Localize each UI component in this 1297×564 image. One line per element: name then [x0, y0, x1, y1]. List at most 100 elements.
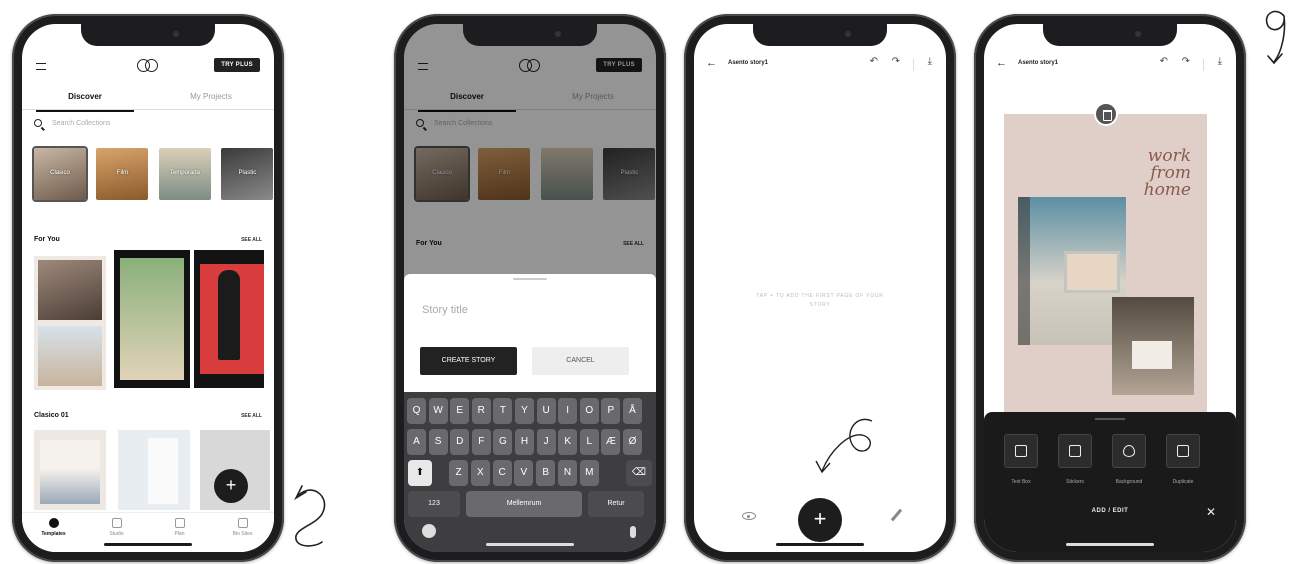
key-g[interactable]: G — [493, 429, 513, 455]
divider — [913, 59, 914, 71]
collection-temporada[interactable]: Temporada — [158, 148, 211, 200]
tool-label: Background — [1115, 479, 1143, 485]
add-page-button[interactable]: + — [798, 498, 842, 542]
try-plus-button[interactable]: TRY PLUS — [214, 58, 260, 72]
template-card[interactable] — [34, 430, 106, 510]
eye-icon[interactable] — [742, 512, 756, 520]
key-z[interactable]: Z — [449, 460, 468, 486]
trash-icon[interactable] — [1094, 102, 1118, 126]
script-text[interactable]: work from home — [1144, 148, 1191, 199]
cancel-button[interactable]: CANCEL — [532, 347, 629, 375]
story-page-canvas[interactable]: work from home — [1004, 102, 1207, 432]
download-icon[interactable]: ⤓ — [1218, 56, 1222, 67]
key-o[interactable]: O — [579, 398, 599, 424]
add-fab-button[interactable]: + — [214, 469, 248, 503]
key-r[interactable]: R — [471, 398, 491, 424]
template-card[interactable] — [118, 430, 190, 510]
key-i[interactable]: I — [558, 398, 578, 424]
key-m[interactable]: M — [579, 460, 599, 486]
photo-desk[interactable] — [1018, 197, 1126, 345]
see-all-link[interactable]: SEE ALL — [241, 237, 262, 243]
key-b[interactable]: B — [536, 460, 556, 486]
collection-carousel: Clasico Film Temporada Plastic — [34, 148, 274, 200]
back-arrow-icon[interactable]: ← — [706, 57, 717, 69]
tab-my-projects[interactable]: My Projects — [148, 92, 274, 101]
return-key[interactable]: Retur — [588, 491, 644, 517]
key-p[interactable]: P — [601, 398, 621, 424]
nav-label: Templates — [41, 531, 66, 537]
nav-templates[interactable]: Templates — [22, 518, 85, 537]
section-clasico-01: Clasico 01 SEE ALL — [34, 412, 262, 419]
download-icon[interactable]: ⤓ — [928, 56, 932, 67]
key-a[interactable]: A — [407, 429, 426, 455]
pencil-icon[interactable] — [890, 508, 903, 522]
collection-film[interactable]: Film — [96, 148, 149, 200]
key-u[interactable]: U — [536, 398, 556, 424]
key-h[interactable]: H — [515, 429, 534, 455]
key-e[interactable]: E — [450, 398, 470, 424]
tool-text-box[interactable]: Text Box — [994, 434, 1048, 485]
sheet-handle[interactable] — [513, 278, 547, 280]
story-title-input[interactable]: Story title — [422, 304, 468, 316]
key-n[interactable]: N — [558, 460, 577, 486]
backspace-key[interactable]: ⌫ — [626, 460, 652, 486]
duplicate-icon — [1177, 445, 1189, 457]
panel-handle[interactable] — [1095, 418, 1125, 420]
template-card[interactable] — [194, 250, 264, 388]
template-card[interactable] — [34, 256, 106, 390]
home-indicator — [486, 543, 574, 546]
key-æ[interactable]: Æ — [601, 429, 621, 455]
shift-key[interactable]: ⬆ — [408, 460, 432, 486]
template-card[interactable] — [114, 250, 190, 388]
tool-duplicate[interactable]: Duplicate — [1156, 434, 1210, 485]
key-l[interactable]: L — [579, 429, 599, 455]
close-icon[interactable]: ✕ — [1206, 505, 1216, 519]
key-t[interactable]: T — [493, 398, 513, 424]
redo-icon[interactable]: ↷ — [1182, 56, 1190, 67]
tool-background[interactable]: Background — [1102, 434, 1156, 485]
screen-discover: TRY PLUS Discover My Projects Search Col… — [22, 24, 274, 552]
nav-bio-sites[interactable]: Bio Sites — [211, 518, 274, 537]
menu-icon[interactable] — [36, 63, 46, 70]
redo-icon[interactable]: ↷ — [892, 56, 900, 67]
collection-clasico[interactable]: Clasico — [34, 148, 86, 200]
nav-label: Bio Sites — [232, 531, 253, 537]
nav-studio[interactable]: Studio — [85, 518, 148, 537]
templates-icon — [48, 518, 59, 528]
nav-plan[interactable]: Plan — [148, 518, 211, 537]
key-x[interactable]: X — [470, 460, 490, 486]
key-c[interactable]: C — [492, 460, 512, 486]
key-s[interactable]: S — [428, 429, 448, 455]
photo-notebook[interactable] — [1112, 297, 1194, 395]
undo-icon[interactable]: ↶ — [870, 56, 878, 67]
key-y[interactable]: Y — [515, 398, 534, 424]
key-j[interactable]: J — [536, 429, 556, 455]
tool-stickers[interactable]: Stickers — [1048, 434, 1102, 485]
key-ø[interactable]: Ø — [623, 429, 642, 455]
keyboard-row: 123 Mellemrum Retur — [404, 491, 656, 519]
key-k[interactable]: K — [558, 429, 578, 455]
section-for-you: For You SEE ALL — [34, 236, 262, 243]
collection-label: Temporada — [169, 170, 200, 176]
emoji-icon[interactable] — [422, 524, 436, 538]
space-key[interactable]: Mellemrum — [466, 491, 582, 517]
key-f[interactable]: F — [471, 429, 491, 455]
undo-icon[interactable]: ↶ — [1160, 56, 1168, 67]
key-v[interactable]: V — [514, 460, 534, 486]
key-w[interactable]: W — [428, 398, 448, 424]
tab-discover[interactable]: Discover — [22, 92, 148, 112]
numbers-key[interactable]: 123 — [408, 491, 460, 517]
key-q[interactable]: Q — [407, 398, 426, 424]
search-input[interactable]: Search Collections — [34, 118, 262, 134]
create-story-button[interactable]: CREATE STORY — [420, 347, 517, 375]
for-you-templates — [34, 250, 274, 394]
key-d[interactable]: D — [450, 429, 470, 455]
collection-plastic[interactable]: Plastic — [221, 148, 274, 200]
see-all-link[interactable]: SEE ALL — [241, 413, 262, 419]
key-å[interactable]: Å — [623, 398, 642, 424]
screen-empty-story: ← Asento story1 ↶ ↷ ⤓ TAP + TO ADD THE F… — [694, 24, 946, 552]
keyboard-row: ⬆ ⌫ ZXCVBNM — [404, 460, 656, 488]
back-arrow-icon[interactable]: ← — [996, 57, 1007, 69]
section-title: Clasico 01 — [34, 412, 69, 419]
microphone-icon[interactable] — [630, 526, 636, 538]
